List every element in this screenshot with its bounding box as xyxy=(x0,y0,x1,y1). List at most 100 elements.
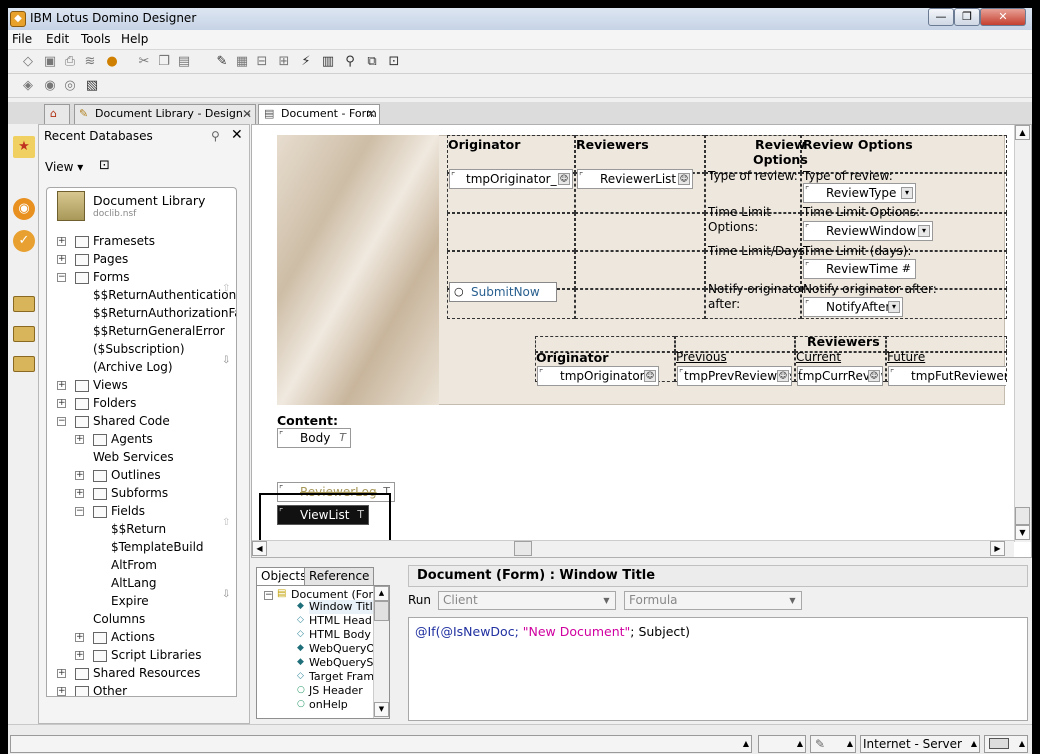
submitnow-button-field[interactable]: ○ SubmitNow xyxy=(449,282,557,302)
objects-scrollbar[interactable]: ▲ ▼ xyxy=(373,586,389,718)
collapse-icon[interactable]: − xyxy=(264,591,273,600)
scroll-up-icon[interactable]: ⇧ xyxy=(222,517,230,528)
menu-tools[interactable]: Tools xyxy=(81,32,111,46)
tab-document-library-design[interactable]: ✎ Document Library - Design - ... ✕ xyxy=(74,104,256,124)
copy-icon[interactable]: ❐ xyxy=(156,54,172,70)
tree-item[interactable]: Subforms xyxy=(93,485,168,502)
reviewwindow-field[interactable]: ⌜ ReviewWindow ▾ xyxy=(803,221,933,241)
signature-box[interactable]: ✎ ▲ xyxy=(810,735,856,753)
expand-icon[interactable]: + xyxy=(75,651,84,660)
checkmark-bookmark-icon[interactable]: ✓ xyxy=(13,230,35,252)
tmpfutreviewers-field[interactable]: ⌜ tmpFutReviewers xyxy=(888,366,1006,386)
tree-item[interactable]: $TemplateBuild xyxy=(111,539,204,556)
embed-icon[interactable]: ⧉ xyxy=(364,54,380,70)
navigate-icon[interactable]: ◈ xyxy=(20,78,36,94)
status-box[interactable]: ▲ xyxy=(758,735,806,753)
folder-icon[interactable] xyxy=(13,356,35,372)
database-header[interactable]: Document Library doclib.nsf xyxy=(46,187,237,231)
scroll-up-icon[interactable]: ⇧ xyxy=(222,283,230,294)
language-select[interactable]: Formula ▼ xyxy=(624,591,802,610)
domino-gray-icon[interactable]: ◉ xyxy=(42,78,58,94)
expand-icon[interactable]: + xyxy=(75,471,84,480)
tree-item[interactable]: AltFrom xyxy=(111,557,157,574)
object-item[interactable]: HTML Body xyxy=(309,628,371,642)
reviewtime-field[interactable]: ⌜ ReviewTime # xyxy=(803,259,916,279)
tree-item[interactable]: Forms xyxy=(75,269,129,286)
tree-item[interactable]: Fields xyxy=(93,503,145,520)
tmporiginator-field[interactable]: ⌜ tmpOriginator ☺ xyxy=(537,366,659,386)
tab-reference[interactable]: Reference xyxy=(304,567,375,585)
scroll-right-button[interactable]: ▶ xyxy=(990,541,1005,556)
run-select[interactable]: Client ▼ xyxy=(438,591,616,610)
tree-item[interactable]: Agents xyxy=(93,431,153,448)
menu-file[interactable]: File xyxy=(12,32,32,46)
new-design-icon[interactable]: ✎ xyxy=(214,54,230,70)
maximize-button[interactable]: ❐ xyxy=(954,8,980,26)
tree-item[interactable]: Other xyxy=(75,683,127,696)
cut-icon[interactable]: ✂ xyxy=(136,54,152,70)
expand-icon[interactable]: + xyxy=(57,255,66,264)
tree-item[interactable]: $$ReturnGeneralError xyxy=(93,323,225,340)
menu-help[interactable]: Help xyxy=(121,32,148,46)
paste-icon[interactable]: ▤ xyxy=(176,54,192,70)
inbox-box[interactable]: ▲ xyxy=(984,735,1028,753)
expand-icon[interactable]: + xyxy=(75,435,84,444)
replicate-icon[interactable]: ≋ xyxy=(82,54,98,70)
scroll-thumb[interactable] xyxy=(514,541,532,556)
tree-item[interactable]: Shared Resources xyxy=(75,665,200,682)
object-item[interactable]: onHelp xyxy=(309,698,348,712)
domino-icon[interactable]: ● xyxy=(104,54,120,70)
menu-edit[interactable]: Edit xyxy=(46,32,69,46)
tree-item[interactable]: Folders xyxy=(75,395,136,412)
tree-item[interactable]: Framesets xyxy=(75,233,155,250)
image-icon[interactable]: ▥ xyxy=(320,54,336,70)
tree-item[interactable]: Expire xyxy=(111,593,149,610)
action-icon[interactable]: ⚡ xyxy=(298,54,314,70)
formula-editor[interactable]: @If(@IsNewDoc; "New Document"; Subject) xyxy=(408,617,1028,721)
chevron-up-icon[interactable]: ▲ xyxy=(743,736,749,752)
expand-icon[interactable]: + xyxy=(75,633,84,642)
scroll-down-button[interactable]: ▼ xyxy=(1015,525,1030,540)
tab-document-form[interactable]: ▤ Document - Form ✕ xyxy=(258,104,380,124)
applet-icon[interactable]: ⚲ xyxy=(342,54,358,70)
object-item[interactable]: WebQueryOp xyxy=(309,642,382,656)
tree-item[interactable]: $$ReturnAuthorizationFailu xyxy=(93,305,236,322)
favorites-star-icon[interactable]: ★ xyxy=(13,136,35,158)
scroll-left-button[interactable]: ◀ xyxy=(252,541,267,556)
expand-icon[interactable]: + xyxy=(57,399,66,408)
folder-icon[interactable] xyxy=(13,326,35,342)
object-item[interactable]: Target Frame xyxy=(309,670,381,684)
tree-item[interactable]: Web Services xyxy=(93,449,174,466)
server-icon[interactable]: ◎ xyxy=(62,78,78,94)
scroll-down-icon[interactable]: ⇩ xyxy=(222,589,230,600)
collapse-icon[interactable]: − xyxy=(75,507,84,516)
hotspot-icon[interactable]: ⊞ xyxy=(276,54,292,70)
tree-item[interactable]: Script Libraries xyxy=(93,647,201,664)
expand-icon[interactable]: + xyxy=(57,687,66,696)
table-icon[interactable]: ▦ xyxy=(234,54,250,70)
scroll-thumb[interactable] xyxy=(1015,507,1030,525)
collapse-icon[interactable]: − xyxy=(57,417,66,426)
tree-item[interactable]: (Archive Log) xyxy=(93,359,173,376)
pin-icon[interactable]: ⚲ xyxy=(211,129,220,143)
object-item[interactable]: WebQuerySa xyxy=(309,656,380,670)
new-folder-icon[interactable]: ⊡ xyxy=(99,158,110,173)
preview-icon[interactable]: ▧ xyxy=(84,78,100,94)
minimize-button[interactable]: — xyxy=(928,8,954,26)
location-select[interactable]: Internet - Server ▲ xyxy=(860,735,980,753)
scroll-up-button[interactable]: ▲ xyxy=(374,586,389,601)
notifyafter-field[interactable]: ⌜ NotifyAfter ▾ xyxy=(803,297,903,317)
expand-icon[interactable]: + xyxy=(57,381,66,390)
tab-home[interactable]: ⌂ xyxy=(44,104,70,124)
tree-item[interactable]: $$Return xyxy=(111,521,166,538)
scroll-thumb[interactable] xyxy=(374,601,389,621)
domino-bookmark-icon[interactable]: ◉ xyxy=(13,198,35,220)
tree-item[interactable]: Actions xyxy=(93,629,155,646)
editor-vertical-scrollbar[interactable]: ▲ ▼ xyxy=(1014,125,1031,542)
reviewtype-field[interactable]: ⌜ ReviewType ▾ xyxy=(803,183,916,203)
close-tab-icon[interactable]: ✕ xyxy=(366,105,376,123)
close-panel-icon[interactable]: ✕ xyxy=(231,127,243,143)
folder-icon[interactable] xyxy=(13,296,35,312)
object-item[interactable]: HTML Head xyxy=(309,614,372,628)
tree-item[interactable]: Shared Code xyxy=(75,413,170,430)
